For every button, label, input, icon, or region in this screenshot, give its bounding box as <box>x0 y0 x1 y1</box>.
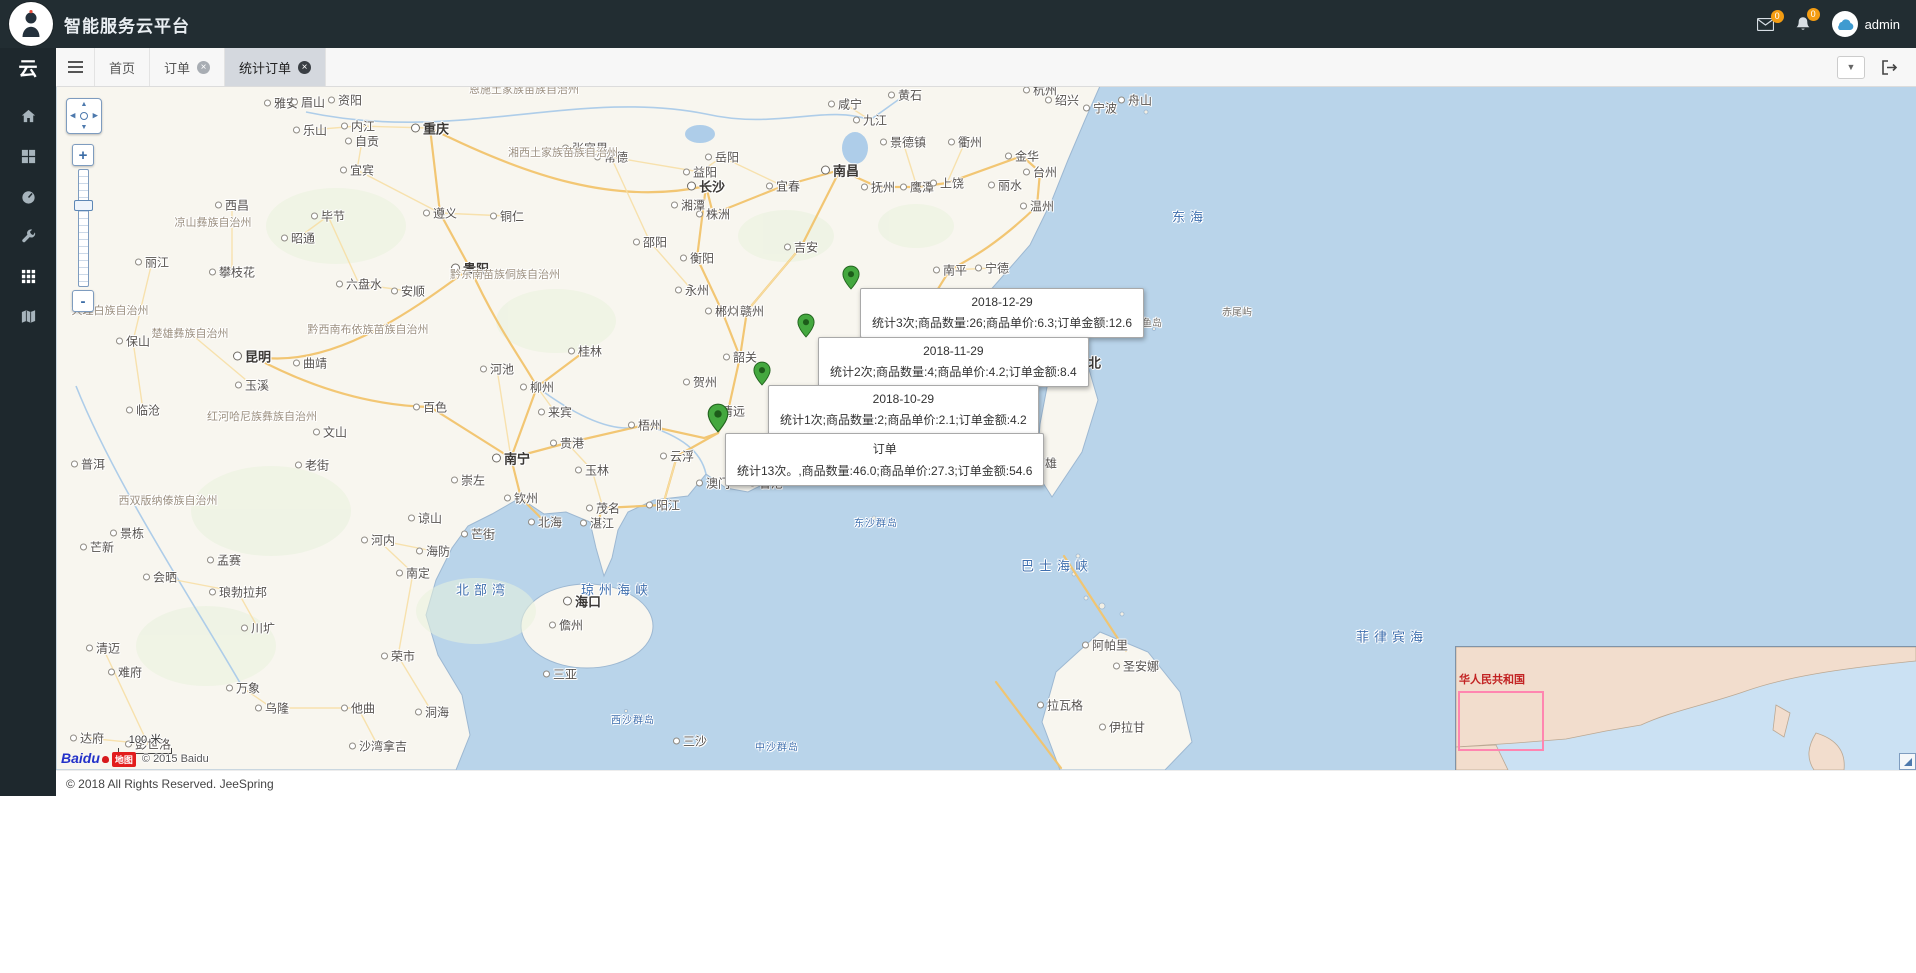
zoom-out-button[interactable]: - <box>72 290 94 312</box>
map-marker[interactable] <box>707 403 730 433</box>
tab-label: 首页 <box>109 60 136 76</box>
sidebar-item-modules[interactable] <box>0 136 56 176</box>
overview-country-label: 华人民共和国 <box>1459 674 1525 686</box>
avatar <box>1831 11 1858 37</box>
username: admin <box>1864 16 1900 32</box>
overview-map[interactable]: 华人民共和国 <box>1455 646 1916 770</box>
notifications-count-badge: 0 <box>1806 8 1820 21</box>
map-zoom-control: + - <box>72 144 94 312</box>
robot-logo-icon <box>22 10 40 37</box>
map-copyright: © 2015 Baidu <box>141 752 209 765</box>
page-title: 智能服务云平台 <box>64 16 190 36</box>
tabs-dropdown-button[interactable]: ▼ <box>1837 55 1865 79</box>
overview-toggle-button[interactable] <box>1899 753 1916 770</box>
tab-2[interactable]: 订单 × <box>150 48 226 86</box>
tab-label: 订单 <box>164 60 191 76</box>
map-pan-control[interactable]: ▲ ▼ ◀ ▶ <box>66 98 102 134</box>
wrench-icon <box>21 228 35 242</box>
logout-button[interactable] <box>1875 59 1904 76</box>
tab-bar: 首页 订单 × 统计订单 × ▼ <box>56 48 1916 87</box>
overview-viewport-rect[interactable] <box>1458 691 1544 751</box>
sidebar-item-dashboard[interactable] <box>0 176 56 216</box>
pan-up-icon[interactable]: ▲ <box>81 101 88 108</box>
sidebar: 云 <box>0 0 56 796</box>
zoom-slider[interactable] <box>73 169 93 287</box>
sidebar-toggle[interactable] <box>56 48 94 86</box>
user-menu[interactable]: admin <box>1831 11 1900 37</box>
collapse-icon <box>1903 757 1912 766</box>
sidebar-item-tools[interactable] <box>0 216 56 256</box>
map-marker[interactable] <box>797 313 816 338</box>
map-marker[interactable] <box>842 265 861 290</box>
hamburger-icon <box>67 61 83 73</box>
app-logo[interactable] <box>9 2 53 46</box>
cloud-avatar-icon <box>1837 19 1853 30</box>
sidebar-item-statistics[interactable] <box>0 256 56 296</box>
map-attribution: Baidu 地图 © 2015 Baidu <box>61 750 209 767</box>
tab-3[interactable]: 统计订单 × <box>225 48 327 86</box>
baidu-wordmark: Baidu <box>61 750 100 766</box>
header: 智能服务云平台 0 0 admin <box>0 0 1916 48</box>
tab-close-icon[interactable]: × <box>298 60 312 74</box>
app-window: 智能服务云平台 0 0 admin 云 首页 订单 × 统计订单 × ▼ 重庆 … <box>0 0 1916 973</box>
caret-down-icon: ▼ <box>1846 62 1856 72</box>
messages-count-badge: 0 <box>1770 9 1784 23</box>
footer: © 2018 All Rights Reserved. JeeSpring <box>56 770 1916 796</box>
pan-down-icon[interactable]: ▼ <box>81 124 88 131</box>
modules-icon <box>21 149 35 163</box>
sidebar-item-home[interactable] <box>0 96 56 136</box>
tab-1[interactable]: 首页 <box>94 48 151 86</box>
notifications-button[interactable]: 0 <box>1796 8 1820 32</box>
baidu-map-badge: 地图 <box>111 752 136 767</box>
sidebar-logo[interactable]: 云 <box>0 48 56 86</box>
zoom-in-button[interactable]: + <box>72 144 94 166</box>
sidebar-nav <box>0 96 56 336</box>
open-tabs: 首页 订单 × 统计订单 × <box>94 48 327 86</box>
dashboard-icon <box>21 190 35 204</box>
home-icon <box>21 109 35 122</box>
footer-copyright: © 2018 All Rights Reserved. JeeSpring <box>66 776 274 791</box>
tab-close-icon[interactable]: × <box>197 60 211 74</box>
baidu-paw-icon <box>101 756 109 763</box>
baidu-logo[interactable]: Baidu 地图 <box>61 750 136 767</box>
map-canvas[interactable]: 重庆 长沙 南昌 贵阳 昆明 南宁 台北 海口 雅安 眉山 资阳 内江 自贡 乐山 宜宾 西昌 攀枝花 丽江 保山临… <box>56 86 1916 770</box>
grid-icon <box>21 269 35 283</box>
zoom-slider-handle[interactable] <box>73 200 93 211</box>
messages-button[interactable]: 0 <box>1756 9 1784 31</box>
tab-label: 统计订单 <box>239 60 292 76</box>
pan-left-icon[interactable]: ◀ <box>70 113 75 120</box>
map-marker[interactable] <box>753 361 772 386</box>
map-icon <box>21 309 35 323</box>
pan-right-icon[interactable]: ▶ <box>93 113 98 120</box>
sign-out-icon <box>1882 59 1898 75</box>
scale-label: 100 米 <box>128 734 162 746</box>
sidebar-item-map[interactable] <box>0 296 56 336</box>
